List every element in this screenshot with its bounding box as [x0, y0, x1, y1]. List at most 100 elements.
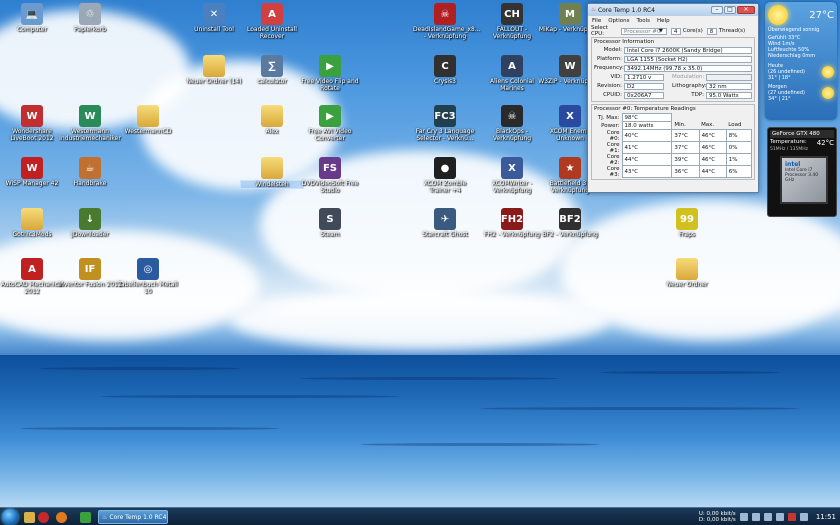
desktop-icon[interactable]: ◎ Tabellenbuch Metall 10 — [116, 258, 180, 295]
desktop-icon[interactable]: 99 Fraps — [655, 208, 719, 238]
app-icon[interactable]: W — [559, 55, 581, 77]
security-icon[interactable] — [787, 513, 796, 521]
app-icon[interactable]: ♲ — [79, 3, 101, 25]
folder-icon[interactable] — [203, 55, 225, 77]
desktop-icon[interactable]: ✈ Starcraft Ghost — [413, 208, 477, 238]
desktop-icon[interactable]: C Crysis3 — [413, 55, 477, 85]
app-icon[interactable]: A — [261, 3, 283, 25]
app-icon[interactable]: ◎ — [137, 258, 159, 280]
app-icon[interactable]: ▶ — [319, 55, 341, 77]
app-icon[interactable]: FH2 — [501, 208, 523, 230]
minimize-button[interactable]: – — [711, 6, 723, 14]
desktop-icon[interactable]: Alex — [240, 105, 304, 135]
app-icon[interactable]: ✕ — [203, 3, 225, 25]
desktop-icon[interactable]: ▶ Free Video Flip and Rotate — [298, 55, 362, 92]
desktop-icon[interactable]: ☠ DeadIslandGame_x8... - Verknüpfung — [413, 3, 481, 40]
app-icon[interactable]: C — [434, 55, 456, 77]
volume-icon[interactable] — [775, 513, 784, 521]
explorer-icon[interactable] — [24, 512, 35, 523]
app-icon[interactable]: A — [21, 258, 43, 280]
desktop-icon[interactable]: ☠ BlackOps - Verknüpfung — [480, 105, 544, 142]
weather-gadget[interactable]: 27°C Überwiegend sonnig Gefühlt 33°C Win… — [765, 2, 837, 120]
flag-icon[interactable] — [739, 513, 748, 521]
desktop-icon[interactable]: Gothic3Mods — [0, 208, 64, 238]
app-icon[interactable]: BF2 — [559, 208, 581, 230]
desktop-icon[interactable]: FS DVDVideoSoft Free Studio — [298, 157, 362, 194]
app-icon[interactable]: X — [501, 157, 523, 179]
app-icon[interactable]: W — [79, 105, 101, 127]
app-icon[interactable]: A — [501, 55, 523, 77]
app-icon[interactable]: FS — [319, 157, 341, 179]
clock[interactable]: 11:51 — [816, 513, 836, 521]
coretemp-titlebar[interactable]: ♨ Core Temp 1.0 RC4 – □ ✕ — [588, 4, 758, 16]
desktop-icon[interactable]: ✕ Uninstall Tool — [182, 3, 246, 33]
desktop-icon[interactable]: IF Inventor Fusion 2012 — [58, 258, 122, 288]
app-icon[interactable]: ☠ — [501, 105, 523, 127]
app-icon[interactable]: FC3 — [434, 105, 456, 127]
desktop-icon[interactable]: W WiSP Manager 42 — [0, 157, 64, 187]
menu-help[interactable]: Help — [657, 18, 670, 24]
app-icon[interactable]: ✈ — [434, 208, 456, 230]
menu-file[interactable]: File — [592, 18, 601, 24]
desktop-icon[interactable]: Neuer Ordner (14) — [182, 55, 246, 85]
desktop-icon[interactable]: ∑ calculator — [240, 55, 304, 85]
desktop-icon[interactable]: ▶ Free AVI Video Converter — [298, 105, 362, 142]
close-button[interactable]: ✕ — [737, 6, 755, 14]
core-max: 44°C — [698, 165, 727, 178]
chevron-down-icon[interactable]: ▼ — [659, 28, 663, 34]
desktop-icon[interactable]: WestermannCD — [116, 105, 180, 135]
app-icon[interactable]: W — [21, 157, 43, 179]
desktop-icon[interactable]: ↓ JDownloader — [58, 208, 122, 238]
desktop-icon[interactable]: A Aliens Colonial Marines — [480, 55, 544, 92]
desktop-icon[interactable]: FH2 FH2 - Verknüpfung — [480, 208, 544, 238]
app-icon[interactable]: W — [21, 105, 43, 127]
firefox-icon[interactable] — [56, 512, 67, 523]
desktop-icon[interactable]: 💻 Computer — [0, 3, 64, 33]
app-icon[interactable]: 99 — [676, 208, 698, 230]
desktop-icon[interactable]: S Steam — [298, 208, 362, 238]
desktop-icon[interactable]: BF2 BF2 - Verknüpfung — [538, 208, 602, 238]
app-icon[interactable]: ☕ — [79, 157, 101, 179]
desktop-icon[interactable]: CH FALLOUT - Verknüpfung — [480, 3, 544, 40]
desktop-icon[interactable]: ♲ Papierkorb — [58, 3, 122, 33]
app-icon[interactable]: X — [559, 105, 581, 127]
taskbar-item-coretemp[interactable]: ♨ Core Temp 1.0 RC4 — [98, 510, 168, 524]
folder-icon[interactable] — [261, 105, 283, 127]
app-icon[interactable]: ● — [434, 157, 456, 179]
desktop-icon[interactable]: A Loaded Uninstall Recover — [240, 3, 304, 40]
desktop-icon[interactable]: A AutoCAD Mechanical 2012 — [0, 258, 64, 295]
app-icon[interactable]: ▶ — [319, 105, 341, 127]
desktop-icon[interactable]: FC3 Far Cry 3 Language Selector - Verknü.… — [413, 105, 477, 142]
app-icon[interactable]: S — [319, 208, 341, 230]
media-icon[interactable] — [80, 512, 91, 523]
app-icon[interactable]: ↓ — [79, 208, 101, 230]
folder-icon[interactable] — [676, 258, 698, 280]
opera-icon[interactable] — [38, 512, 49, 523]
folder-icon[interactable] — [21, 208, 43, 230]
coretemp-window[interactable]: ♨ Core Temp 1.0 RC4 – □ ✕ File Options T… — [587, 3, 759, 193]
folder-icon[interactable] — [137, 105, 159, 127]
desktop-icon[interactable]: Windelsteh — [240, 157, 304, 189]
desktop-icon[interactable]: ● XCOM Zombie Trainer +4 — [413, 157, 477, 194]
desktop-icon[interactable]: W Wondershare LiveBoot 2012 — [0, 105, 64, 142]
app-icon[interactable]: ★ — [559, 157, 581, 179]
app-icon[interactable]: CH — [501, 3, 523, 25]
desktop-icon[interactable]: Neuer Ordner — [655, 258, 719, 288]
maximize-button[interactable]: □ — [724, 6, 736, 14]
app-icon[interactable]: IF — [79, 258, 101, 280]
app-icon[interactable]: 💻 — [21, 3, 43, 25]
start-button[interactable] — [2, 509, 18, 525]
gpu-gadget[interactable]: GeForce GTX 480 Temperature: 42°C 51MHz … — [767, 127, 837, 217]
network-icon[interactable] — [763, 513, 772, 521]
app-icon[interactable]: ∑ — [261, 55, 283, 77]
app-icon[interactable]: M — [559, 3, 581, 25]
update-icon[interactable] — [799, 513, 808, 521]
folder-icon[interactable] — [261, 157, 283, 179]
menu-tools[interactable]: Tools — [636, 18, 650, 24]
menu-options[interactable]: Options — [608, 18, 629, 24]
desktop-icon[interactable]: ☕ Handbrake — [58, 157, 122, 187]
desktop-icon[interactable]: X XCOMWriter - Verknüpfung — [480, 157, 544, 194]
desktop-icon[interactable]: W Westermann Industriemechaniker — [58, 105, 122, 142]
chevron-up-icon[interactable] — [751, 513, 760, 521]
app-icon[interactable]: ☠ — [434, 3, 456, 25]
